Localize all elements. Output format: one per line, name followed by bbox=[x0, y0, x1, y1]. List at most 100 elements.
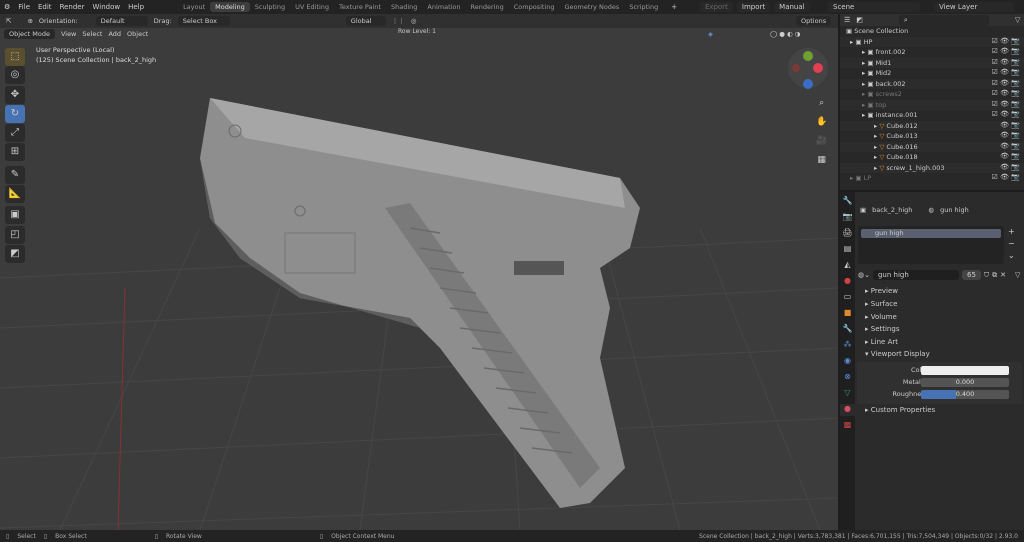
expand-icon[interactable]: ▸ bbox=[862, 48, 865, 56]
data-tab-icon[interactable]: ▽ bbox=[840, 388, 855, 400]
slot-menu-icon[interactable]: ⌄ bbox=[1008, 250, 1015, 262]
add-menu[interactable]: Add bbox=[108, 30, 121, 38]
panel-surface[interactable]: ▸ Surface bbox=[857, 300, 1022, 311]
visibility-toggles[interactable]: ☑ 👁 📷 bbox=[992, 89, 1020, 97]
visibility-toggles[interactable]: 👁 📷 bbox=[1000, 152, 1020, 160]
expand-icon[interactable]: ▸ bbox=[874, 132, 877, 140]
visibility-toggles[interactable]: 👁 📷 bbox=[1000, 121, 1020, 129]
modifier-tab-icon[interactable]: 🔧 bbox=[840, 324, 855, 336]
unlink-material-icon[interactable]: ✕ bbox=[1000, 271, 1006, 279]
tab-geometry-nodes[interactable]: Geometry Nodes bbox=[559, 2, 624, 12]
import-button[interactable]: Import bbox=[736, 2, 771, 12]
particles-tab-icon[interactable]: ⁂ bbox=[840, 340, 855, 352]
expand-icon[interactable]: ▸ bbox=[862, 101, 865, 109]
add-slot-button[interactable]: + bbox=[1008, 226, 1015, 238]
filter-view-icon[interactable]: ◩ bbox=[856, 16, 863, 24]
remove-slot-button[interactable]: − bbox=[1008, 238, 1015, 250]
expand-icon[interactable]: ▸ bbox=[874, 143, 877, 151]
outliner-item[interactable]: ▸ ▣ instance.001 ☑ 👁 📷 bbox=[840, 110, 1024, 121]
outliner-item[interactable]: ▸ ▣ HP ☑ 👁 📷 bbox=[840, 36, 1024, 47]
outliner-item[interactable]: ▸ ▣ back.002 ☑ 👁 📷 bbox=[840, 78, 1024, 89]
expand-icon[interactable]: ▸ bbox=[862, 90, 865, 98]
menu-edit[interactable]: Edit bbox=[38, 3, 52, 11]
visibility-toggles[interactable]: ☑ 👁 📷 bbox=[992, 58, 1020, 66]
panel-custom-properties[interactable]: ▸ Custom Properties bbox=[857, 406, 1022, 417]
options-dropdown[interactable]: Options bbox=[796, 16, 832, 26]
menu-render[interactable]: Render bbox=[60, 3, 85, 11]
manual-button[interactable]: Manual bbox=[774, 2, 810, 12]
select-tool-icon[interactable]: ⇱ bbox=[6, 17, 11, 25]
world-tab-icon[interactable]: ● bbox=[840, 276, 855, 288]
annotate-tool-icon[interactable]: ✎ bbox=[5, 166, 25, 184]
zoom-icon[interactable]: ⌕ bbox=[816, 94, 827, 113]
shear-tool-icon[interactable]: ◩ bbox=[5, 245, 25, 263]
object-menu[interactable]: Object bbox=[127, 30, 148, 38]
export-button[interactable]: Export bbox=[700, 2, 733, 12]
tab-modeling[interactable]: Modeling bbox=[210, 2, 250, 12]
fake-user-icon[interactable]: ⛉ bbox=[984, 271, 989, 280]
panel-settings[interactable]: ▸ Settings bbox=[857, 325, 1022, 336]
orientation-dropdown[interactable]: Default bbox=[95, 16, 148, 26]
visibility-toggles[interactable]: 👁 📷 bbox=[1000, 142, 1020, 150]
outliner-item[interactable]: ▸ ▣ Mid2 ☑ 👁 📷 bbox=[840, 68, 1024, 79]
panel-line-art[interactable]: ▸ Line Art bbox=[857, 338, 1022, 349]
outliner-item[interactable]: ▸ ▣ screws2 ☑ 👁 📷 bbox=[840, 89, 1024, 100]
material-slot[interactable]: gun high bbox=[861, 229, 1001, 238]
visibility-toggles[interactable]: 👁 📷 bbox=[1000, 163, 1020, 171]
metallic-field[interactable]: 0.000 bbox=[921, 378, 1009, 387]
expand-icon[interactable]: ▸ bbox=[874, 153, 877, 161]
tab-scripting[interactable]: Scripting bbox=[624, 2, 663, 12]
shading-modes-icon[interactable]: ◯●◐◑ bbox=[770, 30, 802, 38]
blender-logo-icon[interactable]: ⚙ bbox=[4, 3, 10, 11]
pivot-icon[interactable]: ⊕ bbox=[27, 17, 32, 25]
expand-icon[interactable]: ▸ bbox=[862, 80, 865, 88]
outliner-item[interactable]: ▸ ▽ Cube.016 👁 📷 bbox=[840, 141, 1024, 152]
material-name-field[interactable]: gun high bbox=[872, 270, 959, 280]
display-mode-icon[interactable]: ☰ bbox=[844, 16, 850, 24]
outliner-item[interactable]: ▸ ▣ LP ☑ 👁 📷 bbox=[840, 173, 1024, 184]
expand-icon[interactable]: ▸ bbox=[862, 111, 865, 119]
view-layer-selector[interactable]: View Layer bbox=[934, 2, 1014, 12]
visibility-toggles[interactable]: ☑ 👁 📷 bbox=[992, 79, 1020, 87]
visibility-toggles[interactable]: ☑ 👁 📷 bbox=[992, 68, 1020, 76]
outliner-search-input[interactable]: ⌕ bbox=[898, 14, 989, 26]
expand-icon[interactable]: ▸ bbox=[874, 122, 877, 130]
add-workspace-icon[interactable]: + bbox=[671, 3, 677, 11]
color-field[interactable] bbox=[921, 366, 1009, 375]
outliner-item[interactable]: ▸ ▽ Cube.013 👁 📷 bbox=[840, 131, 1024, 142]
rotate-tool-icon[interactable]: ↻ bbox=[5, 105, 25, 123]
visibility-toggles[interactable]: ☑ 👁 📷 bbox=[992, 100, 1020, 108]
pan-icon[interactable]: ✋ bbox=[816, 113, 827, 132]
proportional-edit-icon[interactable]: ◎ bbox=[411, 17, 417, 25]
outliner-item[interactable]: ▸ ▽ screw_1_high.003 👁 📷 bbox=[840, 162, 1024, 173]
filter-icon[interactable]: ▽ bbox=[1015, 16, 1020, 24]
grid-view-icon[interactable]: ▦ bbox=[816, 151, 827, 170]
measure-tool-icon[interactable]: 📐 bbox=[5, 185, 25, 203]
tab-rendering[interactable]: Rendering bbox=[466, 2, 509, 12]
menu-window[interactable]: Window bbox=[92, 3, 120, 11]
tab-texture-paint[interactable]: Texture Paint bbox=[334, 2, 386, 12]
material-tab-icon[interactable]: ● bbox=[840, 404, 855, 416]
transform-tool-icon[interactable]: ⊞ bbox=[5, 143, 25, 161]
tool-tab-icon[interactable]: 🔧 bbox=[840, 196, 855, 208]
move-tool-icon[interactable]: ✥ bbox=[5, 86, 25, 104]
outliner-item[interactable]: ▸ ▣ Mid1 ☑ 👁 📷 bbox=[840, 57, 1024, 68]
physics-tab-icon[interactable]: ◉ bbox=[840, 356, 855, 368]
snap-icon[interactable]: ⋮⋮ bbox=[392, 17, 405, 25]
outliner-item[interactable]: ▸ ▽ Cube.012 👁 📷 bbox=[840, 120, 1024, 131]
material-slot-list[interactable]: gun high bbox=[858, 226, 1004, 264]
panel-volume[interactable]: ▸ Volume bbox=[857, 313, 1022, 324]
tab-animation[interactable]: Animation bbox=[422, 2, 465, 12]
object-tab-icon[interactable]: ■ bbox=[840, 308, 855, 320]
scene-tab-icon[interactable]: ◭ bbox=[840, 260, 855, 272]
object-mode-dropdown[interactable]: Object Mode bbox=[4, 29, 55, 39]
texture-tab-icon[interactable]: ▩ bbox=[840, 420, 855, 432]
roughness-slider[interactable]: 0.400 bbox=[921, 390, 1009, 399]
panel-preview[interactable]: ▸ Preview bbox=[857, 287, 1022, 298]
menu-file[interactable]: File bbox=[18, 3, 30, 11]
outliner-root[interactable]: ▣ Scene Collection bbox=[840, 26, 1024, 37]
scale-tool-icon[interactable]: ⤢ bbox=[5, 124, 25, 142]
expand-icon[interactable]: ▸ bbox=[850, 38, 853, 46]
visibility-toggles[interactable]: ☑ 👁 📷 bbox=[992, 173, 1020, 181]
overlay-icon[interactable]: ◈ bbox=[708, 30, 713, 38]
